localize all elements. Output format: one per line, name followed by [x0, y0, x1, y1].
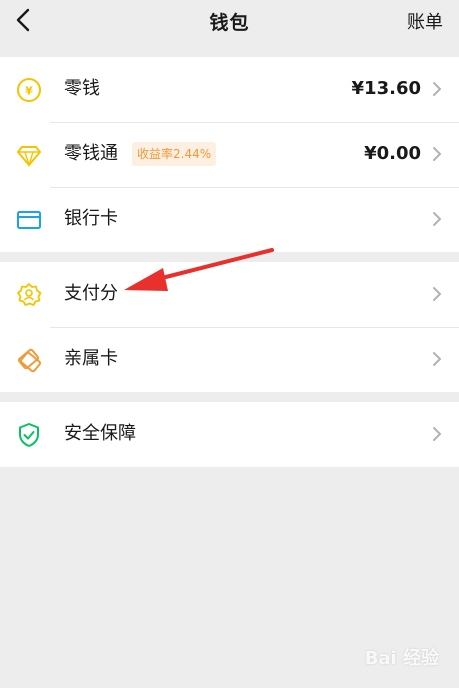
row-label: 支付分	[64, 283, 118, 304]
chevron-right-icon	[433, 82, 441, 96]
row-pay-score[interactable]: 支付分	[0, 262, 459, 327]
row-bank-card[interactable]: 银行卡	[0, 187, 459, 252]
row-label: 安全保障	[64, 423, 136, 444]
bank-card-icon	[17, 211, 41, 229]
row-label: 零钱通	[64, 143, 118, 164]
shield-check-icon	[19, 423, 39, 447]
row-security[interactable]: 安全保障	[0, 402, 459, 467]
wallet-group-services: 支付分 亲属卡	[0, 262, 459, 392]
yen-coin-icon: ¥	[17, 78, 41, 102]
chevron-right-icon	[433, 212, 441, 226]
chevron-right-icon	[433, 147, 441, 161]
watermark-text: Bai 经验	[364, 648, 439, 669]
chevron-right-icon	[433, 427, 441, 441]
row-label: 亲属卡	[64, 348, 118, 369]
page-title: 钱包	[209, 12, 250, 34]
chevron-right-icon	[433, 287, 441, 301]
row-label: 银行卡	[64, 208, 118, 229]
row-change[interactable]: ¥ 零钱 ¥13.60	[0, 57, 459, 122]
row-label: 零钱	[64, 78, 100, 99]
diamond-icon	[17, 146, 41, 168]
balance-value: ¥13.60	[351, 78, 421, 99]
chevron-right-icon	[433, 352, 441, 366]
row-change-pass[interactable]: 零钱通 收益率2.44% ¥0.00	[0, 122, 459, 187]
wallet-group-security: 安全保障	[0, 402, 459, 467]
yield-rate-badge: 收益率2.44%	[132, 142, 217, 166]
bill-button[interactable]: 账单	[407, 8, 443, 34]
change-pass-value: ¥0.00	[364, 143, 421, 164]
nav-bar: 钱包 账单	[0, 0, 459, 42]
row-family-card[interactable]: 亲属卡	[0, 327, 459, 392]
pay-score-badge-icon	[17, 283, 42, 306]
wallet-group-balance: ¥ 零钱 ¥13.60 零钱通 收益率2.44% ¥0.00 银行卡	[0, 57, 459, 252]
svg-text:¥: ¥	[25, 85, 33, 98]
family-card-icon	[17, 348, 42, 373]
